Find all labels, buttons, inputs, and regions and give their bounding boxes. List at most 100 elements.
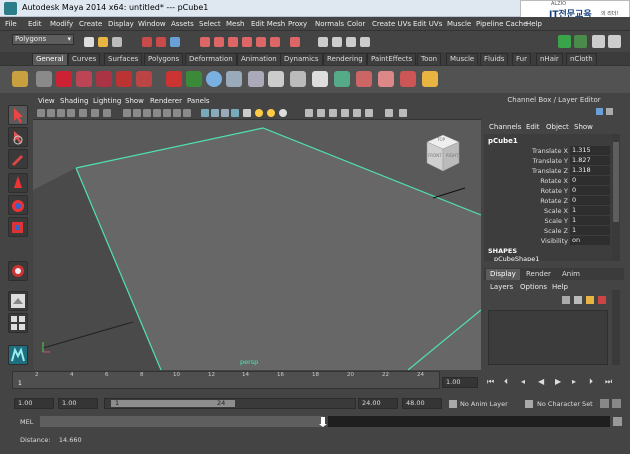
layer-scrollbar[interactable]	[612, 290, 620, 365]
go-to-end-icon[interactable]: ⏭	[605, 377, 612, 387]
shelf-tool-7-icon[interactable]	[166, 71, 182, 87]
snap-plane-icon[interactable]	[242, 37, 252, 47]
attr-value[interactable]: 0	[570, 176, 610, 185]
tab-toon[interactable]: Toon	[417, 53, 442, 65]
wireframe-on-shaded-icon[interactable]	[221, 109, 229, 117]
viewport-menu-view[interactable]: View	[38, 97, 55, 105]
play-backwards-icon[interactable]: ◀	[538, 377, 544, 386]
attr-rotate-z[interactable]: Rotate Z0	[484, 196, 612, 206]
attr-scale-x[interactable]: Scale X1	[484, 206, 612, 216]
move-tool-icon[interactable]	[8, 173, 28, 193]
select-tool-shelf-icon[interactable]	[36, 71, 52, 87]
tab-render-layers[interactable]: Render	[522, 269, 555, 280]
shelf-tool-14-icon[interactable]	[312, 71, 328, 87]
menu-file[interactable]: File	[5, 20, 17, 28]
snap-grid-icon[interactable]	[200, 37, 210, 47]
step-back-frame-icon[interactable]: ⏴	[504, 377, 508, 387]
shelf-tool-15-icon[interactable]	[334, 71, 350, 87]
attr-translate-z[interactable]: Translate Z 1.318	[484, 166, 612, 176]
lasso-tool-icon[interactable]	[8, 127, 28, 147]
view-cube[interactable]: TOP FRONT RIGHT	[425, 133, 461, 173]
shelf-tool-4-icon[interactable]	[96, 71, 112, 87]
tab-anim-layers[interactable]: Anim	[558, 269, 584, 280]
animation-end-field[interactable]: 48.00	[402, 398, 442, 409]
viewport-option-2-icon[interactable]	[399, 109, 407, 117]
shelf-tool-5-icon[interactable]	[116, 71, 132, 87]
layer-option-icon[interactable]	[586, 296, 594, 304]
camera-select-icon[interactable]	[37, 109, 45, 117]
object-name[interactable]: pCube1	[488, 137, 518, 145]
tab-deformation[interactable]: Deformation	[185, 53, 237, 65]
menu-color[interactable]: Color	[347, 20, 365, 28]
use-all-lights-icon[interactable]	[255, 109, 263, 117]
menu-set-selector[interactable]: Polygons ▾	[12, 34, 74, 45]
shelf-tool-12-icon[interactable]	[268, 71, 284, 87]
render-settings-icon[interactable]	[360, 37, 370, 47]
tab-nhair[interactable]: nHair	[536, 53, 563, 65]
attr-value[interactable]: 1.315	[570, 146, 610, 155]
xray-joints-icon[interactable]	[353, 109, 361, 117]
smooth-shade-icon[interactable]	[211, 109, 219, 117]
script-editor-icon[interactable]	[613, 417, 622, 426]
attr-value[interactable]: 1	[570, 226, 610, 235]
attr-rotate-x[interactable]: Rotate X0	[484, 176, 612, 186]
menu-edit-mesh[interactable]: Edit Mesh	[251, 20, 285, 28]
image-plane-icon[interactable]	[67, 109, 75, 117]
anim-layer-selector[interactable]: No Anim Layer	[460, 400, 508, 408]
snap-point-icon[interactable]	[228, 37, 238, 47]
render-frame-icon[interactable]	[332, 37, 342, 47]
textured-icon[interactable]	[243, 109, 251, 117]
motion-blur-icon[interactable]	[305, 109, 313, 117]
viewport-menu-shading[interactable]: Shading	[60, 97, 88, 105]
tab-animation[interactable]: Animation	[237, 53, 281, 65]
character-set-selector[interactable]: No Character Set	[537, 400, 593, 408]
text-toggle-icon[interactable]	[183, 109, 191, 117]
tab-painteffects[interactable]: PaintEffects	[367, 53, 417, 65]
select-object-icon[interactable]	[156, 37, 166, 47]
shelf-tool-19-icon[interactable]	[422, 71, 438, 87]
channel-menu-show[interactable]: Show	[574, 123, 593, 131]
auto-key-icon[interactable]	[600, 399, 609, 408]
layer-list[interactable]	[488, 310, 608, 365]
menu-muscle[interactable]: Muscle	[447, 20, 471, 28]
playback-end-field[interactable]: 24.00	[358, 398, 398, 409]
open-scene-icon[interactable]	[98, 37, 108, 47]
scrollbar-thumb[interactable]	[613, 142, 619, 222]
attr-translate-x[interactable]: Translate X 1.315	[484, 146, 612, 156]
layer-menu-options[interactable]: Options	[520, 283, 547, 291]
menu-window[interactable]: Window	[138, 20, 166, 28]
shelf-tool-10-icon[interactable]	[226, 71, 242, 87]
new-layer-selected-icon[interactable]	[574, 296, 582, 304]
menu-normals[interactable]: Normals	[315, 20, 344, 28]
gate-mask-icon[interactable]	[143, 109, 151, 117]
tab-rendering[interactable]: Rendering	[323, 53, 367, 65]
grease-pencil-icon[interactable]	[91, 109, 99, 117]
current-frame-marker[interactable]: 1	[18, 380, 22, 387]
new-layer-icon[interactable]	[562, 296, 570, 304]
shadows-icon[interactable]	[267, 109, 275, 117]
shelf-tool-17-icon[interactable]	[378, 71, 394, 87]
channel-menu-object[interactable]: Object	[546, 123, 569, 131]
shelf-tool-18-icon[interactable]	[400, 71, 416, 87]
viewport-menu-show[interactable]: Show	[125, 97, 144, 105]
attr-visibility[interactable]: Visibility on	[484, 236, 612, 246]
attr-value[interactable]: 0	[570, 186, 610, 195]
depth-of-field-icon[interactable]	[329, 109, 337, 117]
menu-mesh[interactable]: Mesh	[226, 20, 244, 28]
attr-translate-y[interactable]: Translate Y 1.827	[484, 156, 612, 166]
attr-value[interactable]: 1	[570, 206, 610, 215]
paint-select-icon[interactable]	[8, 149, 28, 169]
layer-delete-icon[interactable]	[598, 296, 606, 304]
play-forwards-icon[interactable]: ▶	[555, 377, 561, 386]
animation-preferences-icon[interactable]	[612, 399, 621, 408]
attr-value[interactable]: 1	[570, 216, 610, 225]
menu-edit[interactable]: Edit	[28, 20, 42, 28]
menu-select[interactable]: Select	[199, 20, 221, 28]
menu-modify[interactable]: Modify	[50, 20, 73, 28]
attr-value[interactable]: 1.827	[570, 156, 610, 165]
shelf-tool-3-icon[interactable]	[76, 71, 92, 87]
attr-value[interactable]: on	[570, 236, 610, 245]
step-forward-frame-icon[interactable]: ⏵	[589, 377, 593, 387]
menu-create[interactable]: Create	[79, 20, 102, 28]
menu-proxy[interactable]: Proxy	[288, 20, 307, 28]
